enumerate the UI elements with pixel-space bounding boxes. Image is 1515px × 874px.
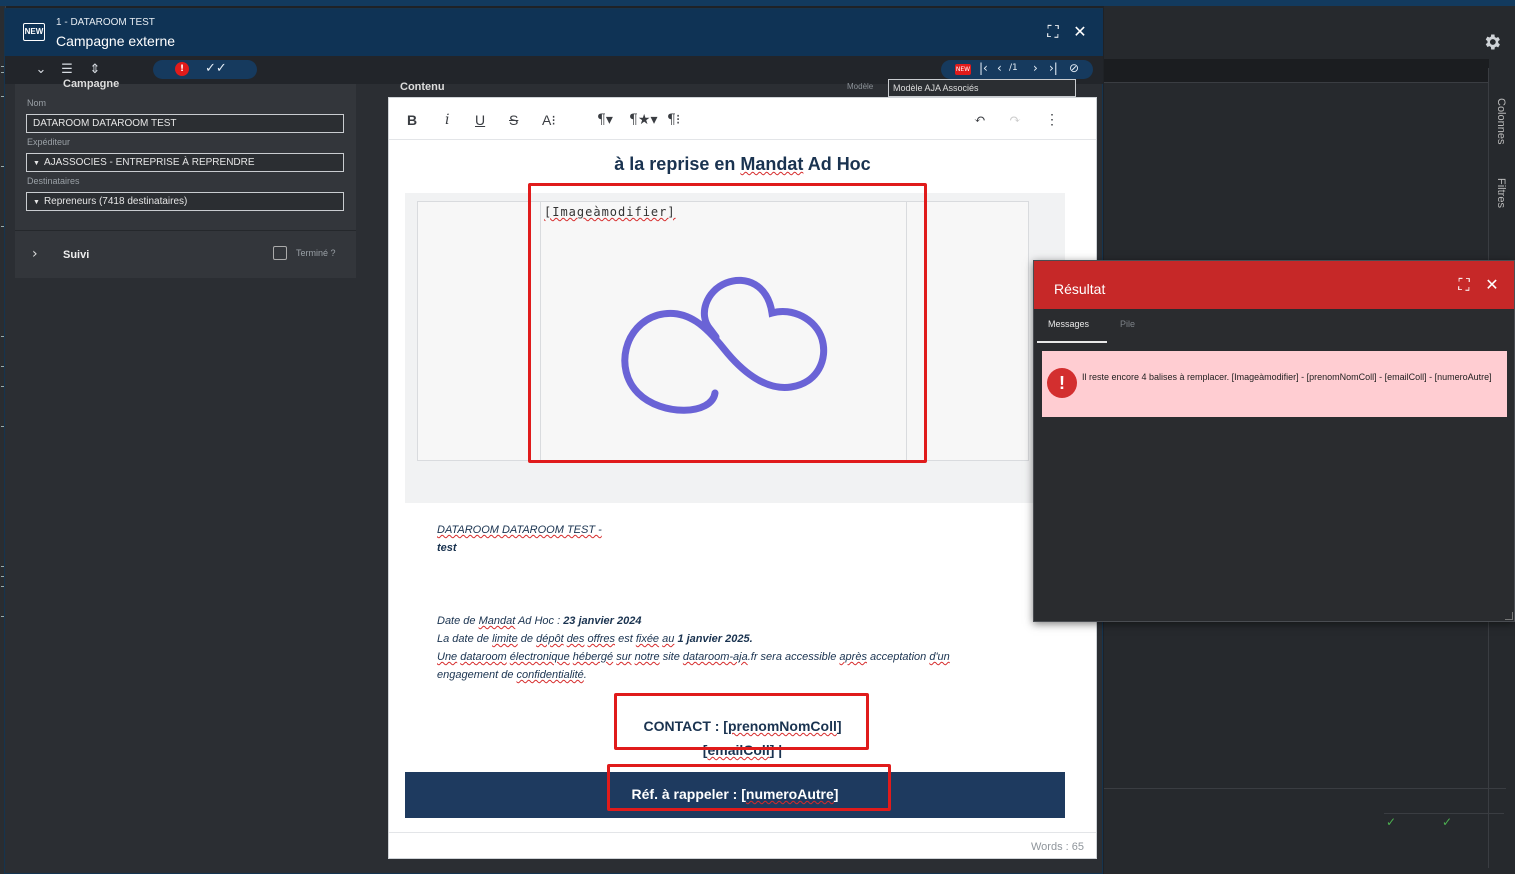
section-title: Campagne [63, 78, 120, 90]
collapse-all-icon[interactable]: ⌄ [32, 61, 50, 79]
check-icon: ✓ [1386, 815, 1397, 829]
campaign-form: Campagne Nom DATAROOM DATAROOM TEST Expé… [15, 78, 356, 242]
expediteur-value: AJASSOCIES - ENTREPRISE À REPRENDRE [43, 157, 255, 168]
email-heading: à la reprise en Mandat Ad Hoc [614, 154, 871, 174]
paragraph-format-button[interactable]: ¶▾ [597, 111, 613, 129]
expand-all-icon[interactable]: ⇕ [86, 61, 104, 79]
text-size-button[interactable]: A⁝ [542, 111, 556, 129]
first-record-icon[interactable]: |‹ [979, 61, 988, 75]
tab-colonnes[interactable]: Colonnes [1495, 98, 1507, 144]
result-tabs: Messages Pile [1034, 309, 1514, 343]
italic-button[interactable]: i [445, 111, 449, 129]
resize-handle[interactable] [1505, 612, 1513, 620]
caret-down-icon: ▼ [33, 160, 40, 167]
tab-messages[interactable]: Messages [1048, 319, 1089, 329]
new-icon: NEW [23, 23, 45, 41]
nom-label: Nom [27, 98, 47, 108]
caret-down-icon: ▼ [33, 199, 40, 206]
cart-remove-icon[interactable]: ⊘ [1069, 61, 1079, 75]
termine-label: Terminé ? [296, 248, 336, 258]
paragraph-more-button[interactable]: ¶⁝ [667, 111, 680, 129]
record-navigator: NEW |‹ ‹ /1 › ›| ⊘ [941, 60, 1093, 79]
highlight-reference [607, 764, 891, 811]
tab-pile[interactable]: Pile [1120, 319, 1135, 329]
double-check-icon[interactable]: ✓✓ [205, 61, 227, 76]
suivi-label: Suivi [63, 249, 90, 261]
align-icon[interactable]: ☰ [58, 61, 76, 79]
contenu-label: Contenu [400, 81, 445, 93]
word-count: Words : 65 [1031, 841, 1084, 853]
highlight-image-placeholder [528, 183, 927, 463]
undo-button[interactable]: ↶ [974, 111, 986, 129]
last-record-icon[interactable]: ›| [1049, 61, 1058, 75]
active-tab-indicator [1037, 341, 1107, 343]
result-header: Résultat ⛶ ✕ [1034, 261, 1514, 309]
maximize-icon[interactable]: ⛶ [1044, 23, 1062, 41]
error-badge[interactable]: ! [175, 62, 189, 76]
redo-button[interactable]: ↷ [1009, 111, 1021, 129]
next-record-icon[interactable]: › [1033, 61, 1038, 75]
modele-label: Modèle [847, 82, 874, 91]
tab-filtres[interactable]: Filtres [1495, 178, 1507, 208]
highlight-contact [614, 693, 869, 750]
expediteur-select[interactable]: ▼ AJASSOCIES - ENTREPRISE À REPRENDRE [26, 153, 344, 172]
result-panel: Résultat ⛶ ✕ Messages Pile ! Il reste en… [1033, 260, 1515, 622]
close-icon[interactable]: ✕ [1483, 276, 1501, 294]
paragraph-style-button[interactable]: ¶★▾ [629, 111, 658, 129]
gear-icon[interactable] [1482, 32, 1502, 52]
result-title: Résultat [1054, 281, 1106, 297]
company-line: DATAROOM DATAROOM TEST - test [437, 524, 602, 554]
strikethrough-button[interactable]: S [509, 111, 518, 129]
body-paragraph: Date de Mandat Ad Hoc : 23 janvier 2024 … [437, 615, 950, 681]
check-icon: ✓ [1442, 815, 1453, 829]
destinataires-select[interactable]: ▼ Repreneurs (7418 destinataires) [26, 192, 344, 211]
termine-checkbox[interactable] [273, 246, 287, 260]
background-grid: ✓ ✓ [1104, 788, 1506, 860]
destinataires-value: Repreneurs (7418 destinataires) [43, 196, 188, 207]
maximize-icon[interactable]: ⛶ [1455, 276, 1473, 294]
dialog-subtitle: 1 - DATAROOM TEST [56, 17, 155, 28]
editor-toolbar: B i U S A⁝ ¶▾ ¶★▾ ¶⁝ ↶ ↷ ⋮ [389, 98, 1096, 140]
more-options-icon[interactable]: ⋮ [1045, 111, 1059, 129]
new-badge: NEW [955, 64, 971, 75]
suivi-section[interactable]: › Suivi Terminé ? [15, 230, 356, 278]
destinataires-label: Destinataires [27, 176, 80, 186]
modele-select[interactable]: Modèle AJA Associés [888, 79, 1076, 97]
editor-footer: Words : 65 [389, 832, 1096, 858]
chevron-right-icon[interactable]: › [32, 246, 38, 262]
expediteur-label: Expéditeur [27, 137, 71, 147]
dialog-header: NEW 1 - DATAROOM TEST Campagne externe ⛶… [5, 9, 1103, 56]
prev-record-icon[interactable]: ‹ [997, 61, 1002, 75]
underline-button[interactable]: U [475, 111, 485, 129]
nom-field[interactable]: DATAROOM DATAROOM TEST [26, 114, 344, 133]
dialog-title: Campagne externe [56, 33, 176, 49]
background-toolbar [1104, 59, 1489, 83]
error-icon: ! [1047, 368, 1077, 398]
bold-button[interactable]: B [407, 111, 417, 129]
error-message: ! Il reste encore 4 balises à remplacer.… [1042, 351, 1507, 417]
page-indicator: /1 [1009, 63, 1018, 73]
close-icon[interactable]: ✕ [1071, 23, 1089, 41]
status-pill: ! ✓✓ [153, 60, 257, 79]
error-message-text: Il reste encore 4 balises à remplacer. [… [1082, 372, 1492, 382]
